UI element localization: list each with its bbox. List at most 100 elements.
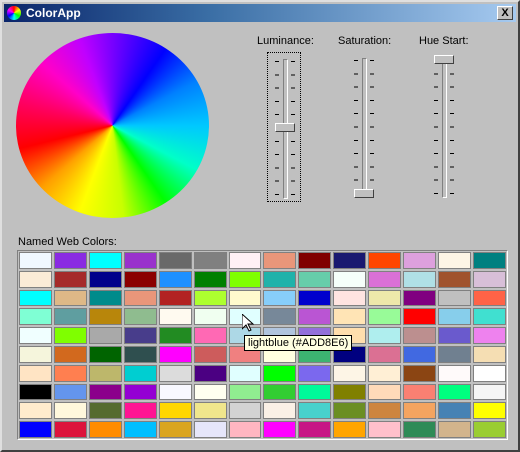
color-swatch[interactable] [438, 383, 472, 401]
color-swatch[interactable] [158, 345, 192, 363]
color-swatch[interactable] [473, 383, 506, 401]
color-swatch[interactable] [88, 270, 122, 288]
color-swatch[interactable] [298, 402, 332, 420]
color-swatch[interactable] [19, 289, 52, 307]
color-swatch[interactable] [368, 402, 402, 420]
color-swatch[interactable] [19, 252, 52, 269]
color-swatch[interactable] [368, 383, 402, 401]
slider-thumb[interactable] [434, 55, 454, 64]
color-swatch[interactable] [19, 383, 52, 401]
color-swatch[interactable] [403, 402, 437, 420]
color-swatch[interactable] [403, 345, 437, 363]
color-swatch[interactable] [193, 402, 227, 420]
color-swatch[interactable] [53, 270, 87, 288]
color-swatch[interactable] [193, 289, 227, 307]
color-swatch[interactable] [228, 364, 262, 382]
color-swatch[interactable] [473, 327, 506, 344]
color-swatch[interactable] [438, 345, 472, 363]
color-swatch[interactable] [193, 252, 227, 269]
color-swatch[interactable] [473, 364, 506, 382]
color-swatch[interactable] [298, 270, 332, 288]
color-swatch[interactable] [438, 270, 472, 288]
color-swatch[interactable] [123, 270, 157, 288]
color-swatch[interactable] [438, 364, 472, 382]
color-swatch[interactable] [228, 421, 262, 438]
close-button[interactable]: X [497, 6, 513, 20]
color-swatch[interactable] [263, 421, 297, 438]
color-swatch[interactable] [53, 252, 87, 269]
color-swatch[interactable] [403, 327, 437, 344]
color-swatch[interactable] [263, 308, 297, 326]
color-swatch[interactable] [263, 402, 297, 420]
color-swatch[interactable] [438, 308, 472, 326]
color-swatch[interactable] [53, 383, 87, 401]
color-swatch[interactable] [123, 308, 157, 326]
color-swatch[interactable] [123, 252, 157, 269]
color-swatch[interactable] [193, 270, 227, 288]
color-swatch[interactable] [19, 364, 52, 382]
color-swatch[interactable] [333, 421, 367, 438]
color-swatch[interactable] [438, 421, 472, 438]
color-swatch[interactable] [53, 308, 87, 326]
color-swatch[interactable] [228, 252, 262, 269]
color-swatch[interactable] [193, 345, 227, 363]
color-swatch[interactable] [368, 289, 402, 307]
color-swatch[interactable] [123, 345, 157, 363]
color-swatch[interactable] [473, 308, 506, 326]
color-swatch[interactable] [438, 327, 472, 344]
color-swatch[interactable] [19, 270, 52, 288]
saturation-slider[interactable] [347, 52, 381, 202]
color-swatch[interactable] [333, 364, 367, 382]
color-swatch[interactable] [88, 402, 122, 420]
color-swatch[interactable] [88, 364, 122, 382]
color-swatch[interactable] [228, 383, 262, 401]
color-swatch[interactable] [158, 402, 192, 420]
color-swatch[interactable] [193, 364, 227, 382]
color-swatch[interactable] [53, 327, 87, 344]
color-swatch[interactable] [298, 421, 332, 438]
color-swatch[interactable] [123, 327, 157, 344]
color-swatch[interactable] [158, 327, 192, 344]
color-swatch[interactable] [473, 345, 506, 363]
color-swatch[interactable] [403, 364, 437, 382]
color-swatch[interactable] [368, 308, 402, 326]
color-swatch[interactable] [368, 421, 402, 438]
color-swatch[interactable] [158, 421, 192, 438]
color-swatch[interactable] [158, 289, 192, 307]
color-swatch[interactable] [53, 364, 87, 382]
color-swatch[interactable] [333, 308, 367, 326]
color-swatch[interactable] [403, 421, 437, 438]
color-swatch[interactable] [193, 421, 227, 438]
color-swatch[interactable] [53, 345, 87, 363]
color-swatch[interactable] [193, 327, 227, 344]
color-swatch[interactable] [158, 252, 192, 269]
color-swatch[interactable] [473, 289, 506, 307]
color-swatch[interactable] [438, 402, 472, 420]
color-swatch[interactable] [333, 383, 367, 401]
color-swatch[interactable] [263, 289, 297, 307]
color-swatch[interactable] [263, 270, 297, 288]
color-swatch[interactable] [263, 364, 297, 382]
color-swatch[interactable] [158, 364, 192, 382]
color-swatch[interactable] [228, 289, 262, 307]
color-swatch[interactable] [158, 308, 192, 326]
color-swatch[interactable] [53, 421, 87, 438]
color-swatch[interactable] [19, 402, 52, 420]
color-swatch[interactable] [88, 308, 122, 326]
color-swatch[interactable] [19, 421, 52, 438]
hue-start-slider[interactable] [427, 52, 461, 202]
color-swatch[interactable] [368, 327, 402, 344]
color-swatch[interactable] [473, 402, 506, 420]
color-swatch[interactable] [333, 289, 367, 307]
color-swatch[interactable] [333, 252, 367, 269]
slider-thumb[interactable] [275, 123, 295, 132]
color-swatch[interactable] [193, 308, 227, 326]
color-swatch[interactable] [368, 252, 402, 269]
slider-thumb[interactable] [354, 189, 374, 198]
color-swatch[interactable] [368, 270, 402, 288]
color-swatch[interactable] [158, 383, 192, 401]
color-swatch[interactable] [438, 289, 472, 307]
color-swatch[interactable] [123, 402, 157, 420]
color-swatch[interactable] [298, 364, 332, 382]
color-swatch[interactable] [158, 270, 192, 288]
